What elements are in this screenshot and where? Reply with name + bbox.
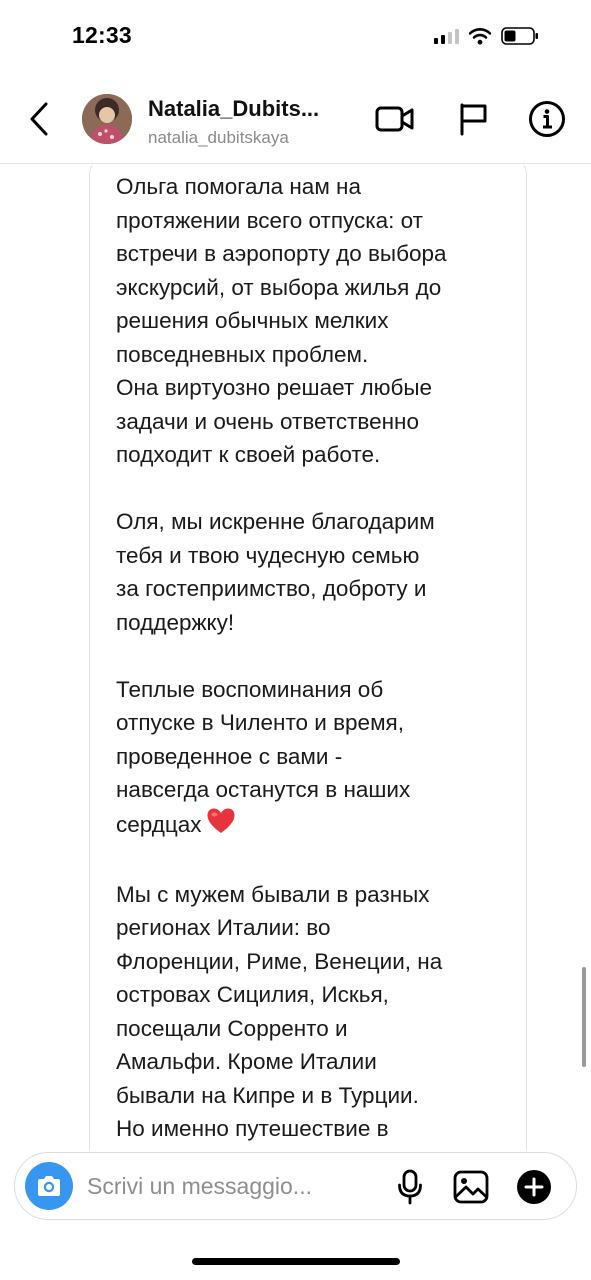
message-thread[interactable]: Ольга помогала нам на протяжении всего о…	[0, 165, 591, 1150]
add-button[interactable]	[515, 1168, 553, 1206]
chevron-left-icon	[30, 102, 48, 136]
wifi-icon	[469, 27, 491, 45]
message-line: Она виртуозно решает любые	[116, 375, 433, 400]
video-call-button[interactable]	[375, 99, 415, 139]
report-button[interactable]	[453, 99, 493, 139]
display-name: Natalia_Dubits...	[148, 96, 320, 121]
battery-icon	[501, 27, 538, 45]
scrollbar[interactable]	[582, 967, 586, 1067]
message-line: тебя и твою чудесную семью	[116, 542, 420, 568]
chat-title[interactable]: Natalia_Dubits... natalia_dubitskaya	[148, 96, 363, 148]
camera-button[interactable]	[25, 1162, 73, 1210]
message-line: задачи и очень ответственно	[116, 408, 419, 434]
microphone-icon	[398, 1169, 422, 1205]
message-line: регионах Италии: во	[116, 915, 331, 940]
video-camera-icon	[375, 106, 414, 132]
message-line: за гостеприимство, доброту и	[116, 576, 427, 601]
gallery-icon	[453, 1170, 489, 1204]
message-line: встречи в аэропорту до выбора	[116, 241, 447, 266]
message-line: Ольга помогала нам на	[116, 174, 361, 199]
message-composer	[14, 1152, 577, 1220]
info-button[interactable]	[527, 99, 567, 139]
message-line: подходит к своей работе.	[116, 442, 381, 467]
username: natalia_dubitskaya	[148, 128, 289, 147]
message-line: повседневных проблем.	[116, 341, 369, 367]
voice-message-button[interactable]	[391, 1168, 429, 1206]
message-line: Мы с мужем бывали в разных	[116, 881, 430, 907]
status-bar: 12:33	[0, 0, 591, 72]
message-line: отпуске в Чиленто и время,	[116, 710, 404, 735]
message-line: навсегда останутся в наших	[116, 777, 411, 802]
message-line: экскурсий, от выбора жилья до	[116, 274, 442, 300]
gallery-button[interactable]	[452, 1168, 490, 1206]
chat-header: Natalia_Dubits... natalia_dubitskaya	[0, 72, 591, 164]
message-line: Флоренции, Риме, Венеции, на	[116, 948, 443, 974]
camera-icon	[38, 1176, 60, 1196]
info-icon	[529, 101, 565, 137]
home-indicator[interactable]	[192, 1258, 400, 1265]
message-line: бывали на Кипре и в Турции.	[116, 1082, 419, 1108]
avatar[interactable]	[82, 94, 132, 144]
message-line: сердцах	[116, 811, 202, 837]
heart-emoji	[206, 807, 236, 845]
message-line: Теплые воспоминания об	[116, 676, 384, 702]
flag-icon	[460, 103, 487, 136]
message-line: поддержку!	[116, 609, 235, 635]
message-line: посещали Сорренто и	[116, 1015, 348, 1041]
message-line: Но именно путешествие в	[116, 1116, 389, 1141]
add-icon	[517, 1170, 551, 1204]
message-line: решения обычных мелких	[116, 308, 389, 333]
message-line: Амальфи. Кроме Италии	[116, 1049, 377, 1074]
message-line: проведенное с вами -	[116, 743, 343, 769]
message-line: Оля, мы искренне благодарим	[116, 509, 435, 534]
cellular-signal-icon	[434, 28, 459, 44]
message-input[interactable]	[87, 1167, 387, 1205]
message-line: островах Сицилия, Искья,	[116, 982, 389, 1007]
status-icons	[434, 24, 539, 48]
message-text: Ольга помогала нам на протяжении всего о…	[116, 170, 521, 1146]
back-button[interactable]	[22, 100, 56, 138]
status-time: 12:33	[72, 22, 132, 48]
message-line: протяжении всего отпуска: от	[116, 207, 423, 233]
message-line-with-emoji: сердцах	[116, 807, 521, 845]
